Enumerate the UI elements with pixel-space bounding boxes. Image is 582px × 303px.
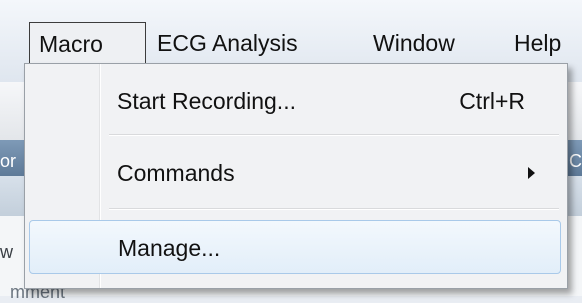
menu-item-label: Manage... bbox=[118, 235, 221, 261]
macro-dropdown-menu: Start Recording... Ctrl+R Commands Manag… bbox=[24, 63, 568, 289]
menu-item-commands[interactable]: Commands bbox=[29, 146, 561, 200]
ribbon-fragment-left: or bbox=[0, 151, 17, 171]
ribbon-fragment-right: C bbox=[569, 151, 582, 171]
menu-item-start-recording[interactable]: Start Recording... Ctrl+R bbox=[29, 74, 561, 128]
menu-item-shortcut: Ctrl+R bbox=[459, 88, 525, 114]
panel-fragment-left: w bbox=[0, 242, 13, 262]
menu-item-manage[interactable]: Manage... bbox=[29, 220, 561, 274]
menu-window[interactable]: Window bbox=[364, 22, 504, 64]
menu-separator bbox=[109, 134, 559, 136]
menu-ecg-analysis[interactable]: ECG Analysis bbox=[148, 22, 350, 64]
menu-help[interactable]: Help bbox=[505, 22, 582, 64]
menu-macro[interactable]: Macro bbox=[29, 22, 146, 64]
menu-item-label: Commands bbox=[117, 160, 235, 186]
chevron-right-icon bbox=[528, 167, 535, 179]
menu-separator bbox=[109, 208, 559, 210]
menu-item-label: Start Recording... bbox=[117, 88, 296, 114]
